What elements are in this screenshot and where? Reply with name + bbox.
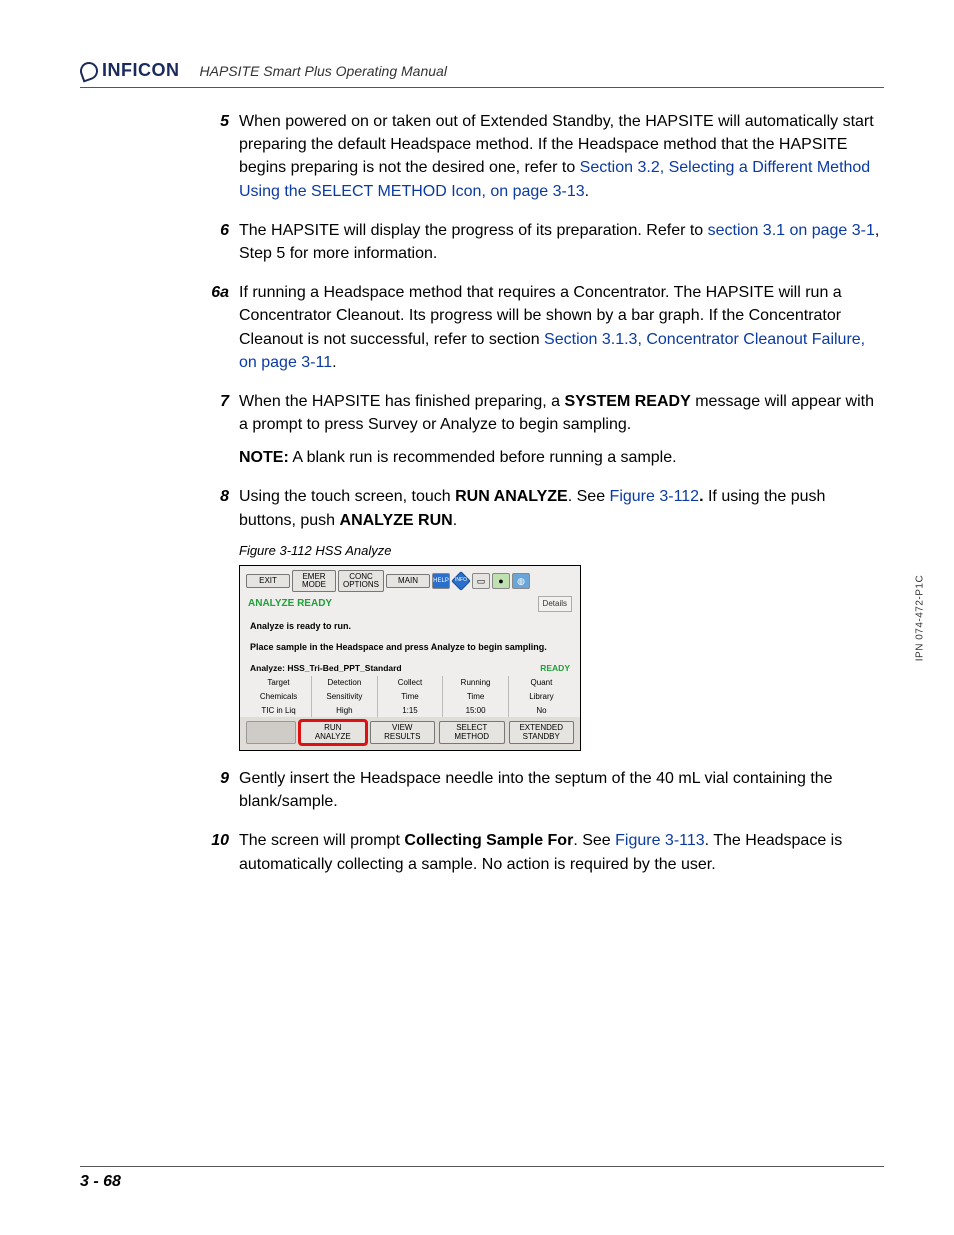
note-text: A blank run is recommended before runnin… — [289, 449, 677, 466]
cell: 15:00 — [443, 704, 509, 718]
ss-body-line1: Analyze is ready to run. — [250, 620, 570, 633]
cell: Time — [443, 690, 509, 704]
cell: Time — [377, 690, 443, 704]
text: The screen will prompt — [239, 832, 404, 849]
page-footer: 3 - 68 — [80, 1166, 884, 1191]
cell: 1:15 — [377, 704, 443, 718]
step-9: 9 Gently insert the Headspace needle int… — [195, 767, 884, 813]
page-header: INFICON HAPSITE Smart Plus Operating Man… — [80, 60, 884, 88]
note: NOTE: A blank run is recommended before … — [239, 446, 884, 469]
extended-standby-button[interactable]: EXTENDED STANDBY — [509, 721, 575, 744]
step-number: 8 — [195, 485, 239, 751]
xref-link[interactable]: Figure 3-112 — [610, 488, 700, 505]
exit-button[interactable]: EXIT — [246, 574, 290, 588]
battery-icon[interactable]: ▭ — [472, 573, 490, 589]
analyze-ready-label: ANALYZE READY — [248, 597, 332, 612]
text: . — [453, 512, 457, 529]
step-body: The HAPSITE will display the progress of… — [239, 219, 884, 265]
step-number: 6a — [195, 281, 239, 374]
select-method-button[interactable]: SELECT METHOD — [439, 721, 505, 744]
manual-title: HAPSITE Smart Plus Operating Manual — [200, 63, 447, 81]
hss-analyze-screenshot: EXIT EMER MODE CONC OPTIONS MAIN HELP IN… — [239, 565, 581, 751]
cell: Detection — [312, 676, 378, 690]
text: . See — [573, 832, 615, 849]
ready-label: READY — [540, 662, 570, 674]
analyze-method-label: Analyze: HSS_Tri-Bed_PPT_Standard — [250, 662, 402, 674]
step-number: 9 — [195, 767, 239, 813]
view-results-button[interactable]: VIEW RESULTS — [370, 721, 436, 744]
ss-params-table: Target Detection Collect Running Quant C… — [246, 676, 574, 717]
emer-mode-button[interactable]: EMER MODE — [292, 570, 336, 593]
brand-text: INFICON — [102, 60, 180, 81]
step-6a: 6a If running a Headspace method that re… — [195, 281, 884, 374]
globe-icon[interactable]: ◍ — [512, 573, 530, 589]
text: When the HAPSITE has finished preparing,… — [239, 393, 565, 410]
figure-caption: Figure 3-112 HSS Analyze — [239, 542, 884, 561]
text: . — [332, 354, 336, 371]
cell: Library — [508, 690, 574, 704]
step-8: 8 Using the touch screen, touch RUN ANAL… — [195, 485, 884, 751]
text: The HAPSITE will display the progress of… — [239, 222, 708, 239]
ss-empty-slot — [246, 721, 296, 744]
main-content: 5 When powered on or taken out of Extend… — [80, 110, 884, 876]
ss-midline: Analyze: HSS_Tri-Bed_PPT_Standard READY — [240, 658, 580, 674]
cell: Running — [443, 676, 509, 690]
ss-body-line2: Place sample in the Headspace and press … — [250, 641, 570, 654]
bold-text: Collecting Sample For — [404, 832, 573, 849]
step-5: 5 When powered on or taken out of Extend… — [195, 110, 884, 203]
table-row: TIC in Liq High 1:15 15:00 No — [246, 704, 574, 718]
ss-body: Analyze is ready to run. Place sample in… — [240, 614, 580, 658]
logo-mark-icon — [77, 59, 100, 82]
document-code: IPN 074-472-P1C — [914, 574, 925, 660]
cell: Chemicals — [246, 690, 312, 704]
step-body: If running a Headspace method that requi… — [239, 281, 884, 374]
step-body: When the HAPSITE has finished preparing,… — [239, 390, 884, 470]
text: . See — [568, 488, 610, 505]
step-body: Gently insert the Headspace needle into … — [239, 767, 884, 813]
ss-status-bar: ANALYZE READY Details — [240, 594, 580, 614]
step-body: Using the touch screen, touch RUN ANALYZ… — [239, 485, 884, 751]
step-number: 10 — [195, 829, 239, 875]
text: Using the touch screen, touch — [239, 488, 455, 505]
ss-top-toolbar: EXIT EMER MODE CONC OPTIONS MAIN HELP IN… — [240, 566, 580, 595]
cell: High — [312, 704, 378, 718]
step-10: 10 The screen will prompt Collecting Sam… — [195, 829, 884, 875]
cell: Collect — [377, 676, 443, 690]
cell: Sensitivity — [312, 690, 378, 704]
help-icon[interactable]: HELP — [432, 573, 450, 589]
cell: Quant — [508, 676, 574, 690]
ss-bottom-toolbar: RUN ANALYZE VIEW RESULTS SELECT METHOD E… — [240, 717, 580, 750]
xref-link[interactable]: Figure 3-113 — [615, 832, 705, 849]
run-analyze-button[interactable]: RUN ANALYZE — [300, 721, 366, 744]
step-number: 5 — [195, 110, 239, 203]
note-label: NOTE: — [239, 449, 289, 466]
step-6: 6 The HAPSITE will display the progress … — [195, 219, 884, 265]
bold-text: ANALYZE RUN — [340, 512, 453, 529]
cell: Target — [246, 676, 312, 690]
step-7: 7 When the HAPSITE has finished preparin… — [195, 390, 884, 470]
conc-options-button[interactable]: CONC OPTIONS — [338, 570, 384, 593]
step-number: 6 — [195, 219, 239, 265]
status-indicator-icon[interactable]: ● — [492, 573, 510, 589]
brand-logo: INFICON — [80, 60, 180, 81]
step-body: When powered on or taken out of Extended… — [239, 110, 884, 203]
cell: TIC in Liq — [246, 704, 312, 718]
text: . — [585, 183, 589, 200]
page-number: 3 - 68 — [80, 1173, 121, 1190]
text: Gently insert the Headspace needle into … — [239, 770, 833, 810]
details-button[interactable]: Details — [538, 596, 572, 612]
table-row: Chemicals Sensitivity Time Time Library — [246, 690, 574, 704]
step-number: 7 — [195, 390, 239, 470]
xref-link[interactable]: section 3.1 on page 3-1 — [708, 222, 875, 239]
bold-text: SYSTEM READY — [565, 393, 691, 410]
bold-text: RUN ANALYZE — [455, 488, 568, 505]
table-row: Target Detection Collect Running Quant — [246, 676, 574, 690]
cell: No — [508, 704, 574, 718]
step-body: The screen will prompt Collecting Sample… — [239, 829, 884, 875]
main-button[interactable]: MAIN — [386, 574, 430, 588]
